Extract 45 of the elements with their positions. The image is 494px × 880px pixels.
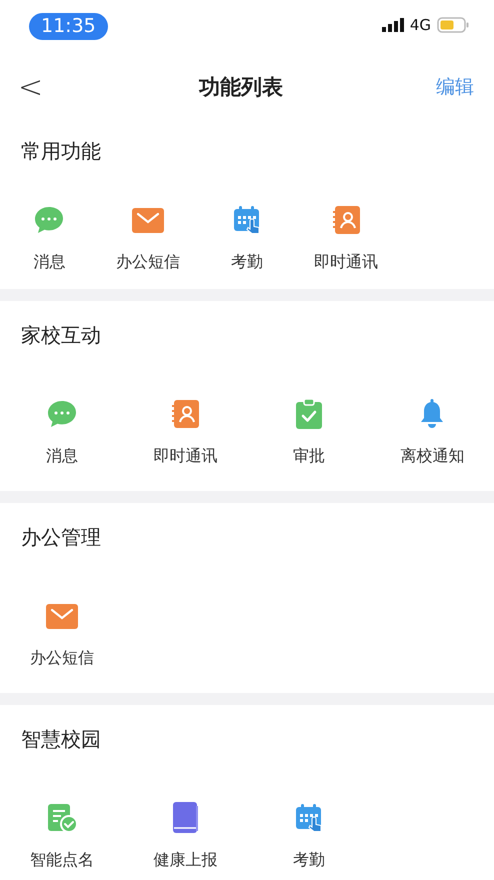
book-icon <box>170 801 200 835</box>
feature-item[interactable]: 即时通讯 <box>124 397 247 467</box>
address-book-icon <box>330 205 361 235</box>
section-title: 常用功能 <box>20 138 102 165</box>
section-title: 办公管理 <box>20 524 102 551</box>
signal-icon <box>382 18 404 32</box>
feature-item[interactable]: 审批 <box>247 397 370 467</box>
feature-item[interactable]: 即时通讯 <box>296 203 396 273</box>
feature-item[interactable]: 消息 <box>0 397 124 467</box>
checklist-icon <box>46 802 78 834</box>
section-title: 智慧校园 <box>20 726 102 753</box>
battery-icon <box>437 17 469 33</box>
network-label: 4G <box>410 14 431 36</box>
calendar-icon <box>232 205 262 235</box>
feature-label: 离校通知 <box>400 445 464 467</box>
feature-item[interactable]: 考勤 <box>198 203 296 273</box>
feature-label: 办公短信 <box>30 647 94 669</box>
feature-label: 消息 <box>33 251 66 273</box>
section-title: 家校互动 <box>20 322 102 349</box>
feature-label: 消息 <box>46 445 78 467</box>
feature-item[interactable]: 消息 <box>0 203 99 273</box>
back-button[interactable]: < <box>18 72 46 102</box>
envelope-icon <box>44 601 79 631</box>
feature-label: 即时通讯 <box>153 445 218 467</box>
feature-label: 智能点名 <box>30 849 94 871</box>
feature-item[interactable]: 办公短信 <box>98 203 198 273</box>
envelope-icon <box>131 205 166 235</box>
feature-label: 考勤 <box>230 251 263 273</box>
feature-item[interactable]: 健康上报 <box>124 801 247 871</box>
calendar-icon <box>294 803 324 833</box>
feature-item[interactable]: 智能点名 <box>0 801 124 871</box>
chat-bubble-icon <box>46 399 77 429</box>
chat-bubble-icon <box>34 205 64 235</box>
feature-item[interactable]: 办公短信 <box>0 599 124 669</box>
clipboard-check-icon <box>294 398 324 430</box>
feature-item[interactable]: 离校通知 <box>370 397 494 467</box>
feature-label: 办公短信 <box>116 251 180 273</box>
feature-label: 健康上报 <box>153 849 218 871</box>
feature-label: 即时通讯 <box>314 251 378 273</box>
feature-item[interactable]: 考勤 <box>247 801 370 871</box>
feature-label: 审批 <box>292 445 325 467</box>
address-book-icon <box>170 399 200 429</box>
page-title: 功能列表 <box>199 74 283 101</box>
time-badge: 11:35 <box>29 12 108 40</box>
feature-label: 考勤 <box>292 849 325 871</box>
